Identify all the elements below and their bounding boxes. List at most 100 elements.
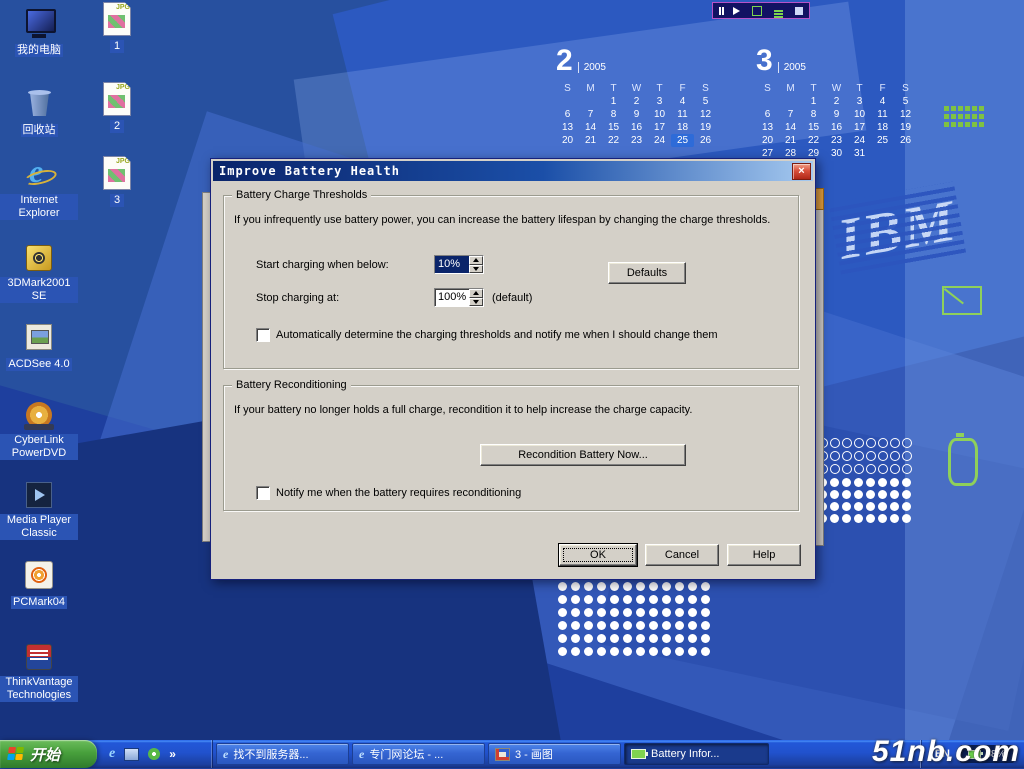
calendar-weekday: W (825, 82, 848, 95)
calendar-weekday: S (756, 82, 779, 95)
calendar-day: 11 (671, 108, 694, 121)
calendar-day: 5 (694, 95, 717, 108)
defaults-button[interactable]: Defaults (608, 262, 686, 284)
auto-determine-checkbox[interactable] (256, 328, 270, 342)
calendar-day: 10 (848, 108, 871, 121)
calendar-day (871, 147, 894, 160)
desktop-file-jpg-3[interactable]: JPG 3 (90, 156, 144, 208)
calendar-year: 2005 (578, 62, 606, 73)
desktop-icon-label: 回收站 (21, 124, 58, 137)
close-button[interactable]: × (792, 163, 811, 180)
arrow-up-icon (473, 291, 479, 295)
paint-icon (495, 748, 510, 761)
desktop-icon-powerdvd[interactable]: CyberLink PowerDVD (0, 398, 78, 461)
calendar-day: 19 (894, 121, 917, 134)
taskbar-button-battery-information[interactable]: Battery Infor... (624, 743, 769, 765)
ok-button[interactable]: OK (559, 544, 637, 566)
stop-threshold-value[interactable]: 100% (435, 289, 469, 306)
desktop-icon-label: 我的电脑 (15, 44, 63, 57)
calendar-day: 31 (848, 147, 871, 160)
calendar-day: 2 (825, 95, 848, 108)
desktop-icon-label: Internet Explorer (0, 194, 78, 220)
calendar-day: 22 (602, 134, 625, 147)
calendar-grid: SMTWTFS123456789101112131415161718192021… (556, 82, 720, 147)
jpg-badge: JPG (116, 84, 130, 91)
battery-reconditioning-group: Battery Reconditioning If your battery n… (223, 385, 799, 511)
calendar-day: 10 (648, 108, 671, 121)
taskbar-button-label: 3 - 画图 (515, 746, 553, 762)
calendar-day: 19 (694, 121, 717, 134)
spinner-up-button[interactable] (469, 289, 483, 298)
start-threshold-spinner[interactable]: 10% (434, 255, 484, 274)
notify-recondition-checkbox[interactable] (256, 486, 270, 500)
quick-launch-overflow-chevron[interactable]: » (169, 747, 176, 761)
calendar-day: 7 (579, 108, 602, 121)
calendar-weekday: M (579, 82, 602, 95)
start-button[interactable]: 开始 (0, 740, 97, 768)
internet-explorer-icon (22, 158, 56, 192)
file-label: 1 (110, 40, 124, 53)
calendar-weekday: F (671, 82, 694, 95)
calendar-day: 20 (756, 134, 779, 147)
calendar-day: 22 (802, 134, 825, 147)
spinner-buttons (469, 256, 483, 273)
desktop-file-jpg-1[interactable]: JPG 1 (90, 2, 144, 54)
calendar-header: 2 2005 (556, 44, 720, 82)
desktop-icon-recycle-bin[interactable]: 回收站 (0, 86, 78, 138)
calendar-day: 14 (779, 121, 802, 134)
thinkvantage-icon (22, 640, 56, 674)
file-label: 3 (110, 194, 124, 207)
stop-threshold-spinner[interactable]: 100% (434, 288, 484, 307)
show-desktop-icon[interactable] (124, 748, 139, 761)
cancel-button[interactable]: Cancel (645, 544, 719, 566)
wallpaper-dot-pattern (818, 478, 914, 526)
start-threshold-value[interactable]: 10% (435, 256, 469, 273)
calendar-day: 1 (602, 95, 625, 108)
calendar-day: 9 (825, 108, 848, 121)
spinner-up-button[interactable] (469, 256, 483, 265)
desktop-icon-3dmark2001[interactable]: 3DMark2001 SE (0, 241, 78, 304)
spinner-down-button[interactable] (469, 265, 483, 274)
calendar-weekday: T (848, 82, 871, 95)
recondition-battery-button[interactable]: Recondition Battery Now... (480, 444, 686, 466)
media-player-quicklaunch-icon[interactable] (148, 748, 160, 760)
calendar-day (556, 95, 579, 108)
calendar-day: 20 (556, 134, 579, 147)
desktop-icon-media-player-classic[interactable]: Media Player Classic (0, 478, 78, 541)
taskbar-button-browser-2[interactable]: e 专门网论坛 - ... (352, 743, 485, 765)
battery-charge-thresholds-group: Battery Charge Thresholds If you infrequ… (223, 195, 799, 369)
stop-charging-label: Stop charging at: (256, 291, 339, 305)
jpg-file-icon: JPG (103, 156, 131, 190)
taskbar-button-browser-1[interactable]: e 找不到服务器... (216, 743, 349, 765)
help-button[interactable]: Help (727, 544, 801, 566)
notify-recondition-checkbox-row[interactable]: Notify me when the battery requires reco… (256, 486, 521, 500)
desktop-file-jpg-2[interactable]: JPG 2 (90, 82, 144, 134)
spinner-down-button[interactable] (469, 298, 483, 307)
desktop-icon-my-computer[interactable]: 我的电脑 (0, 6, 78, 58)
calendar-day: 23 (625, 134, 648, 147)
calendar-day: 2 (625, 95, 648, 108)
calendar-day: 4 (671, 95, 694, 108)
calendar-weekday: S (894, 82, 917, 95)
calendar-day: 18 (871, 121, 894, 134)
dialog-title: Improve Battery Health (219, 164, 400, 178)
3dmark2001-icon (22, 241, 56, 275)
desktop-icon-internet-explorer[interactable]: Internet Explorer (0, 158, 78, 221)
internet-explorer-quicklaunch-icon[interactable]: e (109, 747, 115, 761)
volume-icon (733, 7, 740, 15)
dialog-titlebar[interactable]: Improve Battery Health × (213, 161, 813, 181)
taskbar-button-paint[interactable]: 3 - 画图 (488, 743, 621, 765)
desktop-icon-label: CyberLink PowerDVD (0, 434, 78, 460)
auto-determine-checkbox-row[interactable]: Automatically determine the charging thr… (256, 328, 717, 342)
desktop-icon-label: ACDSee 4.0 (6, 358, 71, 371)
desktop-icon-thinkvantage[interactable]: ThinkVantage Technologies (0, 640, 78, 703)
desktop-icon-acdsee[interactable]: ACDSee 4.0 (0, 320, 78, 372)
taskbar-button-label: 专门网论坛 - ... (369, 746, 443, 762)
envelope-icon (942, 286, 982, 315)
calendar-day (779, 95, 802, 108)
calendar-day: 15 (602, 121, 625, 134)
keyboard-grid-icon (944, 106, 986, 130)
internet-explorer-icon: e (359, 747, 364, 762)
wallpaper-calendar-february: 2 2005 SMTWTFS12345678910111213141516171… (556, 44, 720, 147)
desktop-icon-pcmark04[interactable]: PCMark04 (0, 558, 78, 610)
